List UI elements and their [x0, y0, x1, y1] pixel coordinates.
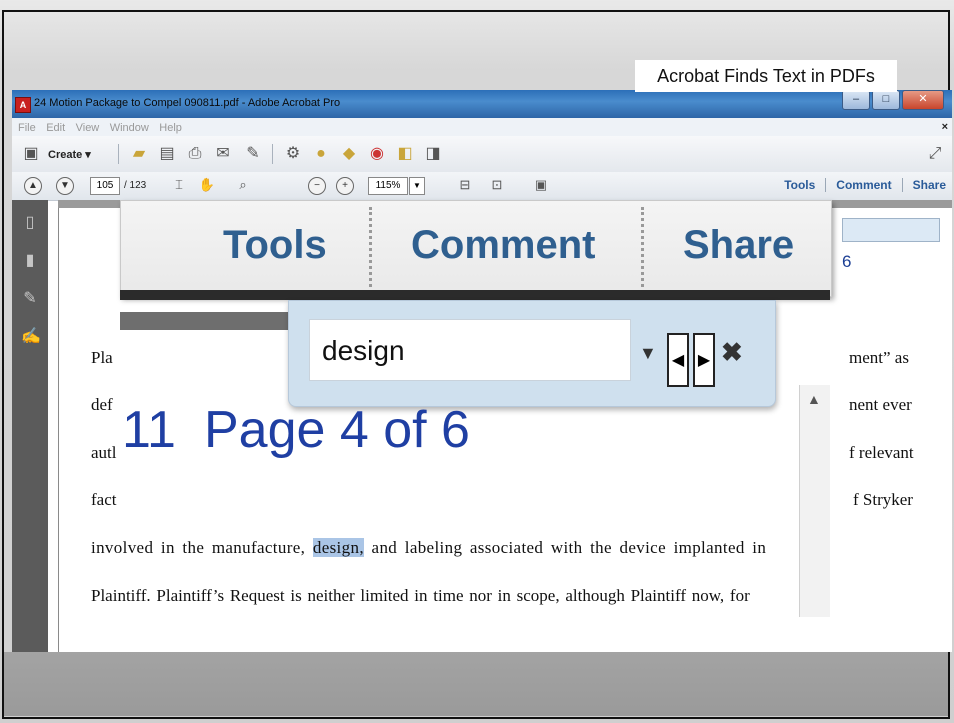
- menu-edit[interactable]: Edit: [46, 122, 65, 134]
- find-input[interactable]: design: [309, 319, 631, 381]
- highlight-icon[interactable]: ◆: [340, 145, 358, 163]
- find-next-button[interactable]: ▶: [693, 333, 715, 387]
- menu-file[interactable]: File: [18, 122, 36, 134]
- zoomed-find-bar: design ▼ ◀ ▶ ✖: [288, 300, 776, 407]
- create-pdf-icon[interactable]: ▣: [22, 145, 40, 163]
- main-toolbar: ▣ Create ▾ ▰ ▤ ⎙ ✉ ✎ ⚙ ● ◆ ◉ ◧ ◨ ⤢: [12, 136, 952, 173]
- attach-icon[interactable]: ◨: [424, 145, 442, 163]
- fit-page-icon[interactable]: ⊟: [456, 176, 474, 194]
- zoomed-tab-share[interactable]: Share: [683, 223, 794, 268]
- doc-line3-right: f relevant: [849, 443, 914, 462]
- zoom-out-icon[interactable]: −: [308, 177, 326, 195]
- slide-callout: Acrobat Finds Text in PDFs: [635, 60, 897, 92]
- tab-divider: [641, 207, 644, 287]
- zoomed-gray-strip: [120, 312, 290, 330]
- find-close-icon[interactable]: ✖: [721, 337, 743, 368]
- navigation-toolbar: ▲ ▼ 105 / 123 ⌶ ✋ ⌕ − + 115% ▼ ⊟ ⊡ ▣ Too…: [12, 172, 952, 201]
- email-icon[interactable]: ✉: [214, 145, 232, 163]
- title-bar: A 24 Motion Package to Compel 090811.pdf…: [12, 90, 952, 118]
- page-indicator-label: Page 4 of 6: [203, 401, 470, 459]
- menu-window[interactable]: Window: [110, 122, 149, 134]
- tab-divider: [369, 207, 372, 287]
- close-document-icon[interactable]: ×: [942, 118, 948, 136]
- menu-help[interactable]: Help: [159, 122, 182, 134]
- find-toolbar-mini[interactable]: [842, 218, 940, 242]
- maximize-button[interactable]: □: [872, 90, 900, 110]
- doc-line4-right: f Stryker: [853, 490, 913, 509]
- page-indicator-number: 11: [122, 401, 176, 459]
- create-button[interactable]: Create ▾: [48, 148, 91, 161]
- zoom-in-icon[interactable]: +: [336, 177, 354, 195]
- tab-tools-small[interactable]: Tools: [774, 178, 827, 192]
- zoomed-panel-tabs: Tools Comment Share: [120, 200, 832, 297]
- menu-bar: File Edit View Window Help ×: [12, 118, 952, 137]
- print-icon[interactable]: ⎙: [186, 145, 204, 163]
- expand-icon[interactable]: ⤢: [926, 145, 944, 163]
- scroll-up-icon[interactable]: ▲: [807, 391, 821, 407]
- previous-page-icon[interactable]: ▲: [24, 177, 42, 195]
- find-options-dropdown-icon[interactable]: ▼: [639, 343, 657, 364]
- settings-gear-icon[interactable]: ⚙: [284, 145, 302, 163]
- page-number-input[interactable]: 105: [90, 177, 120, 195]
- zoomed-tab-comment[interactable]: Comment: [411, 223, 595, 268]
- zoom-level-input[interactable]: 115%: [368, 177, 408, 195]
- doc-line2-left: def: [91, 395, 113, 414]
- menu-view[interactable]: View: [76, 122, 100, 134]
- hand-tool-icon[interactable]: ✋: [198, 176, 216, 194]
- panel-tabs: Tools Comment Share: [774, 178, 952, 192]
- slide-bottom-band: [4, 652, 948, 716]
- search-highlight: design,: [312, 538, 364, 557]
- doc-line5-after: and labeling associated with the device …: [371, 538, 767, 557]
- marquee-zoom-icon[interactable]: ⌕: [234, 176, 252, 194]
- open-folder-icon[interactable]: ▰: [130, 145, 148, 163]
- attachment-paperclip-icon[interactable]: ✎: [21, 288, 39, 307]
- snapshot-icon[interactable]: ▣: [532, 176, 550, 194]
- acrobat-app-icon: A: [15, 97, 31, 113]
- doc-line6: Plaintiff. Plaintiff’s Request is neithe…: [91, 586, 750, 605]
- page-total: / 123: [124, 180, 147, 191]
- zoomed-tab-tools[interactable]: Tools: [223, 223, 327, 268]
- select-cursor-icon[interactable]: ⌶: [170, 176, 188, 194]
- edit-icon[interactable]: ✎: [244, 145, 262, 163]
- next-page-icon[interactable]: ▼: [56, 177, 74, 195]
- doc-line3-left: autl: [91, 443, 117, 462]
- signature-icon[interactable]: ✍: [21, 326, 41, 345]
- redact-icon[interactable]: ◉: [368, 145, 386, 163]
- doc-line1-right: ment” as: [849, 348, 909, 367]
- doc-line1-left: Pla: [91, 348, 113, 367]
- bookmark-icon[interactable]: ▮: [21, 250, 39, 269]
- close-window-button[interactable]: ✕: [902, 90, 944, 110]
- window-title: 24 Motion Package to Compel 090811.pdf -…: [34, 97, 341, 109]
- navigation-pane: ▯ ▮ ✎ ✍: [12, 200, 48, 652]
- save-icon[interactable]: ▤: [158, 145, 176, 163]
- tab-share-small[interactable]: Share: [903, 178, 952, 192]
- page-label-partial: 6: [842, 252, 852, 271]
- fit-width-icon[interactable]: ⊡: [488, 176, 506, 194]
- zoom-dropdown-icon[interactable]: ▼: [409, 177, 425, 195]
- vertical-scrollbar[interactable]: ▲: [799, 385, 830, 617]
- doc-line2-right: nent ever: [849, 395, 912, 414]
- tab-comment-small[interactable]: Comment: [826, 178, 903, 192]
- zoomed-page-indicator: 11 Page 4 of 6: [122, 400, 470, 460]
- doc-line5: involved in the manufacture, design, and…: [91, 538, 766, 558]
- pages-icon[interactable]: ▯: [21, 212, 39, 231]
- find-previous-button[interactable]: ◀: [667, 333, 689, 387]
- doc-line5-before: involved in the manufacture,: [91, 538, 306, 557]
- comment-bubble-icon[interactable]: ●: [312, 145, 330, 163]
- doc-line4-left: fact: [91, 490, 117, 509]
- minimize-button[interactable]: –: [842, 90, 870, 110]
- zoomed-divider-bar: [120, 290, 830, 300]
- export-icon[interactable]: ◧: [396, 145, 414, 163]
